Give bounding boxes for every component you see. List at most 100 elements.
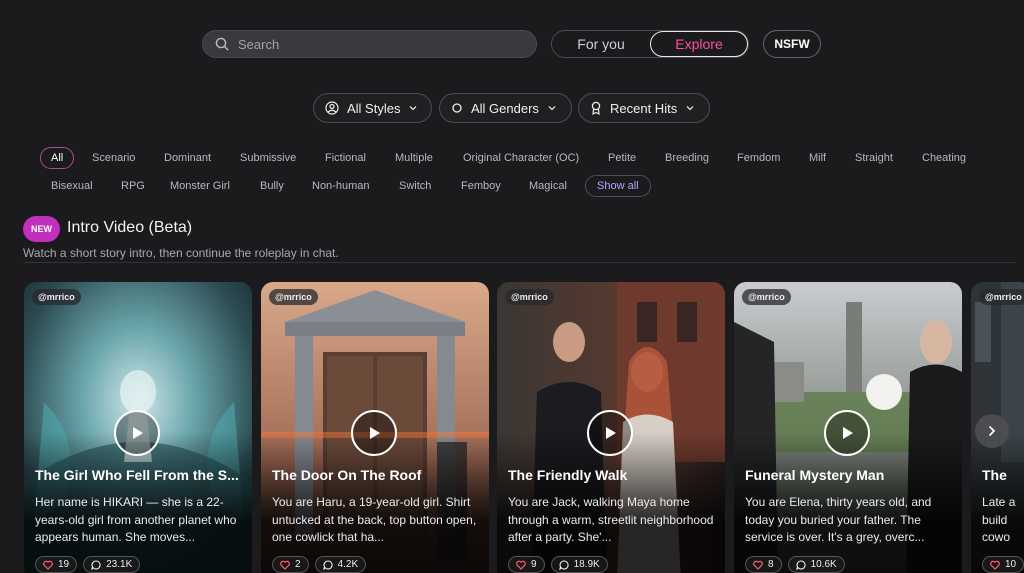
play-button[interactable] [114, 410, 160, 456]
play-button[interactable] [824, 410, 870, 456]
play-button[interactable] [587, 410, 633, 456]
card-title: The [982, 467, 1007, 483]
card-description: You are Haru, a 19-year-old girl. Shirt … [272, 495, 477, 544]
section-title: Intro Video (Beta) [67, 219, 193, 236]
story-card[interactable]: @mrrico The Door On The Roof You are Har… [261, 282, 489, 573]
award-icon [590, 101, 602, 115]
tag-chip[interactable]: RPG [121, 175, 145, 197]
chevron-down-icon [408, 103, 418, 113]
tag-chip[interactable]: Magical [529, 175, 567, 197]
card-author[interactable]: @mrrico [979, 289, 1024, 305]
play-button[interactable] [351, 410, 397, 456]
like-count[interactable]: 10 [982, 556, 1024, 573]
story-card[interactable]: @mrrico Funeral Mystery Man You are Elen… [734, 282, 962, 573]
like-count[interactable]: 19 [35, 556, 78, 573]
tag-chip[interactable]: Submissive [240, 147, 296, 169]
tab-explore[interactable]: Explore [650, 31, 748, 57]
card-author[interactable]: @mrrico [742, 289, 791, 305]
comment-count-value: 10.6K [810, 559, 837, 570]
card-stats: 19 23.1K [35, 556, 141, 573]
search-input[interactable] [238, 36, 518, 52]
genders-dropdown-label: All Genders [471, 100, 539, 116]
tag-chip[interactable]: Petite [608, 147, 636, 169]
card-title: The Friendly Walk [508, 467, 628, 483]
genders-dropdown[interactable]: All Genders [439, 93, 572, 123]
sort-dropdown[interactable]: Recent Hits [578, 93, 710, 123]
play-icon [843, 427, 853, 439]
story-card[interactable]: @mrrico The Friendly Walk You are Jack, … [497, 282, 725, 573]
show-all-tags-button[interactable]: Show all [585, 175, 651, 197]
card-title: Funeral Mystery Man [745, 467, 885, 483]
tab-for-you[interactable]: For you [552, 31, 650, 57]
tag-chip[interactable]: Cheating [922, 147, 966, 169]
heart-icon [280, 560, 290, 570]
carousel-next-button[interactable] [975, 414, 1009, 448]
user-circle-icon [325, 101, 339, 115]
like-count-value: 8 [768, 559, 774, 570]
card-stats: 9 18.9K [508, 556, 608, 573]
heart-icon [43, 560, 53, 570]
comment-count-value: 23.1K [106, 559, 133, 570]
like-count-value: 19 [58, 559, 70, 570]
tag-chip[interactable]: Fictional [325, 147, 366, 169]
new-badge: NEW [23, 216, 60, 242]
tag-chip[interactable]: Straight [855, 147, 893, 169]
tag-chip[interactable]: Breeding [665, 147, 709, 169]
like-count[interactable]: 2 [272, 556, 309, 573]
story-card[interactable]: @mrrico The Girl Who Fell From the S... … [24, 282, 252, 573]
comment-icon [558, 559, 569, 570]
comment-count-value: 18.9K [573, 559, 600, 570]
comment-count[interactable]: 23.1K [83, 556, 141, 573]
comment-icon [91, 559, 101, 570]
like-count-value: 10 [1005, 559, 1017, 570]
filter-bar: All Styles All Genders Recent Hits [0, 93, 1024, 123]
card-stats: 8 10.6K [745, 556, 845, 573]
card-description: Her name is HIKARI — she is a 22-years-o… [35, 495, 237, 544]
like-count[interactable]: 9 [508, 556, 545, 573]
chevron-down-icon [685, 103, 695, 113]
card-author[interactable]: @mrrico [269, 289, 318, 305]
heart-icon [753, 560, 763, 570]
feed-toggle: For you Explore [551, 30, 749, 58]
styles-dropdown[interactable]: All Styles [313, 93, 432, 123]
section-divider [23, 262, 1015, 263]
comment-icon [322, 559, 333, 570]
tag-chip[interactable]: Original Character (OC) [463, 147, 579, 169]
tag-chip[interactable]: Milf [809, 147, 826, 169]
play-icon [133, 427, 143, 439]
comment-count[interactable]: 10.6K [787, 556, 845, 573]
nsfw-toggle-button[interactable]: NSFW [763, 30, 821, 58]
card-author[interactable]: @mrrico [32, 289, 81, 305]
tag-chip[interactable]: Non-human [312, 175, 369, 197]
card-title: The Door On The Roof [272, 467, 422, 483]
card-title: The Girl Who Fell From the S... [35, 467, 239, 483]
tag-chip[interactable]: Monster Girl [170, 175, 230, 197]
card-stats: 10 [982, 556, 1024, 573]
play-icon [370, 427, 380, 439]
tag-chip[interactable]: Scenario [92, 147, 135, 169]
card-author[interactable]: @mrrico [505, 289, 554, 305]
tag-chip[interactable]: Switch [399, 175, 431, 197]
comment-count[interactable]: 18.9K [550, 556, 608, 573]
heart-icon [990, 560, 1000, 570]
heart-icon [516, 560, 526, 570]
chevron-right-icon [989, 426, 996, 436]
section-description: Watch a short story intro, then continue… [23, 246, 339, 260]
comment-count[interactable]: 4.2K [314, 556, 367, 573]
search-bar[interactable] [202, 30, 537, 58]
like-count[interactable]: 8 [745, 556, 782, 573]
tag-chip[interactable]: Femboy [461, 175, 501, 197]
tag-chip[interactable]: Bully [260, 175, 284, 197]
tag-chip[interactable]: Multiple [395, 147, 433, 169]
comment-count-value: 4.2K [337, 559, 359, 570]
tag-chip[interactable]: All [40, 147, 75, 169]
search-icon [215, 37, 229, 51]
like-count-value: 2 [295, 559, 301, 570]
styles-dropdown-label: All Styles [347, 100, 401, 116]
tag-chip[interactable]: Femdom [737, 147, 780, 169]
card-description: You are Elena, thirty years old, and tod… [745, 495, 932, 544]
circle-icon [451, 102, 463, 114]
tag-chip[interactable]: Bisexual [51, 175, 93, 197]
tag-chip[interactable]: Dominant [164, 147, 211, 169]
comment-icon [795, 559, 806, 570]
